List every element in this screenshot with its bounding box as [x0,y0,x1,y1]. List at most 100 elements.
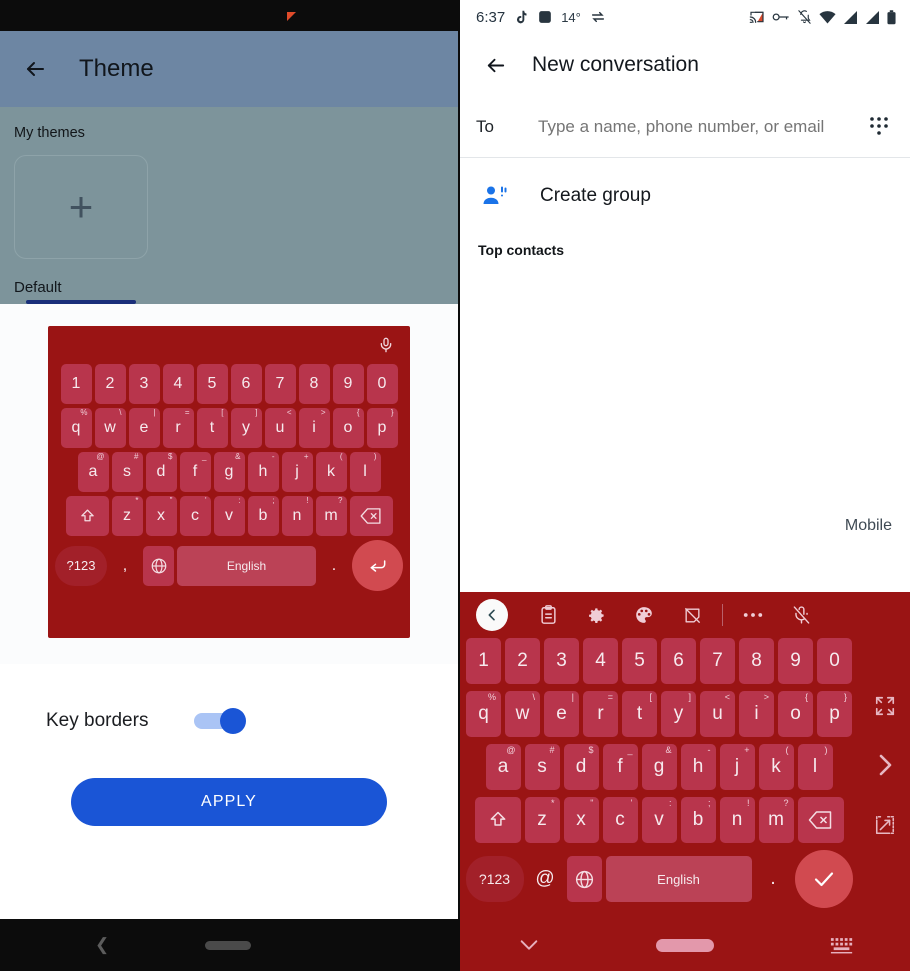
home-pill[interactable] [656,938,714,952]
comma-key[interactable]: , [110,546,140,586]
period-key[interactable]: . [756,856,791,902]
key-k[interactable]: (k [315,452,347,492]
key-o[interactable]: {o [332,408,364,448]
backspace-icon[interactable] [797,797,844,843]
key-y[interactable]: ] y [661,691,696,737]
key-d[interactable]: $ d [145,452,177,492]
key-9[interactable]: 9 [332,364,364,404]
key-d[interactable]: $ d [563,744,599,790]
key-l[interactable]: ) l [797,744,833,790]
key-0[interactable]: 0 [817,638,852,684]
key-r[interactable]: = r [583,691,618,737]
key-w[interactable]: \ w [505,691,540,737]
key-4[interactable]: 4 [583,638,618,684]
key-w[interactable]: \ w [94,408,126,448]
more-horizontal-icon[interactable] [729,592,777,638]
key-8[interactable]: 8 [739,638,774,684]
key-u[interactable]: < u [700,691,735,737]
key-l[interactable]: ) l [349,452,381,492]
key-i[interactable]: > i [298,408,330,448]
home-pill[interactable] [204,940,251,950]
key-z[interactable]: * z [524,797,560,843]
microphone-off-icon[interactable] [777,592,825,638]
chevron-left-icon[interactable]: ❮ [95,935,109,955]
key-z[interactable]: * z [111,496,143,536]
key-n[interactable]: ! n [281,496,313,536]
key-3[interactable]: 3 [128,364,160,404]
clipboard-icon[interactable] [524,592,572,638]
key-i[interactable]: > i [739,691,774,737]
key-h[interactable]: -h [247,452,279,492]
globe-icon[interactable] [143,545,174,586]
key-j[interactable]: + j [281,452,313,492]
key-5[interactable]: 5 [622,638,657,684]
key-p[interactable]: } p [366,408,398,448]
add-theme-button[interactable]: + [14,155,148,259]
check-icon[interactable] [794,850,853,908]
key-v[interactable]: :v [641,797,677,843]
at-key[interactable]: @ [528,856,563,902]
chevron-left-icon[interactable] [476,599,508,631]
recipient-input[interactable] [538,116,864,137]
period-key[interactable]: . [319,546,349,586]
sticker-off-icon[interactable] [668,592,716,638]
key-m[interactable]: ? m [758,797,794,843]
key-p[interactable]: } p [817,691,852,737]
key-0[interactable]: 0 [366,364,398,404]
chevron-right-icon[interactable] [873,750,897,780]
create-group-row[interactable]: Create group [460,158,910,234]
key-f[interactable]: _ f [179,452,211,492]
key-2[interactable]: 2 [505,638,540,684]
space-key[interactable]: English [605,856,752,902]
key-t[interactable]: [t [622,691,657,737]
key-2[interactable]: 2 [94,364,126,404]
dialpad-icon[interactable] [864,116,894,138]
key-s[interactable]: # s [524,744,560,790]
key-s[interactable]: # s [111,452,143,492]
key-x[interactable]: " x [563,797,599,843]
key-b[interactable]: ; b [680,797,716,843]
key-o[interactable]: {o [778,691,813,737]
keyboard-icon[interactable] [830,937,854,954]
chevron-down-icon[interactable] [518,938,540,952]
key-7[interactable]: 7 [700,638,735,684]
globe-icon[interactable] [566,856,602,902]
key-f[interactable]: _ f [602,744,638,790]
arrow-left-icon[interactable] [20,54,50,84]
key-y[interactable]: ] y [230,408,262,448]
fullscreen-expand-icon[interactable] [874,695,896,717]
key-r[interactable]: = r [162,408,194,448]
key-c[interactable]: ' c [602,797,638,843]
key-6[interactable]: 6 [661,638,696,684]
key-1[interactable]: 1 [466,638,501,684]
key-7[interactable]: 7 [264,364,296,404]
shift-icon[interactable] [474,797,521,843]
key-x[interactable]: " x [145,496,177,536]
space-key[interactable]: English [177,545,316,586]
key-m[interactable]: ? m [315,496,347,536]
symbols-key[interactable]: ?123 [55,545,107,586]
gear-icon[interactable] [572,592,620,638]
key-g[interactable]: & g [213,452,245,492]
key-borders-toggle[interactable] [194,708,247,734]
key-borders-row[interactable]: Key borders [0,664,458,752]
key-e[interactable]: | e [544,691,579,737]
symbols-key[interactable]: ?123 [465,856,524,902]
key-3[interactable]: 3 [544,638,579,684]
key-q[interactable]: % q [466,691,501,737]
key-c[interactable]: ' c [179,496,211,536]
key-k[interactable]: (k [758,744,794,790]
key-t[interactable]: [t [196,408,228,448]
key-h[interactable]: -h [680,744,716,790]
key-5[interactable]: 5 [196,364,228,404]
apply-button[interactable]: APPLY [71,778,387,826]
palette-icon[interactable] [620,592,668,638]
key-b[interactable]: ; b [247,496,279,536]
floating-window-icon[interactable] [874,814,896,836]
key-4[interactable]: 4 [162,364,194,404]
key-1[interactable]: 1 [60,364,92,404]
key-a[interactable]: @ a [485,744,521,790]
key-n[interactable]: ! n [719,797,755,843]
key-8[interactable]: 8 [298,364,330,404]
key-9[interactable]: 9 [778,638,813,684]
